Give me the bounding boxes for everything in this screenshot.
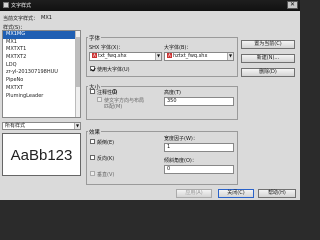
list-item[interactable]: PipeNo (3, 77, 80, 85)
close-button[interactable]: 关闭(C) (218, 189, 254, 198)
font-group-title: 字体 (88, 34, 102, 42)
list-item[interactable]: MXTXT1 (3, 46, 80, 54)
shx-font-label: SHX 字体(X)： (89, 45, 124, 51)
style-filter-value: 所有样式 (5, 123, 26, 129)
backwards-checkbox[interactable] (90, 155, 95, 160)
preview-text: AaBb123 (10, 147, 73, 164)
window-title: 文字样式 (11, 3, 32, 9)
big-font-label: 大字体(B)： (164, 45, 192, 51)
style-preview: AaBb123 (2, 133, 81, 176)
style-list[interactable]: MX1MG MX1 MXTXT1 MXTXT2 LDQ zr-yl-201307… (2, 30, 81, 118)
info-icon[interactable]: i (112, 89, 117, 94)
list-item[interactable]: MXTXT (3, 85, 80, 93)
use-big-font-checkbox[interactable] (90, 66, 95, 71)
width-factor-value: 1 (167, 144, 171, 150)
close-window-button[interactable]: ✕ (287, 1, 298, 9)
app-icon (3, 2, 9, 8)
current-style-value: MX1 (41, 15, 52, 21)
scroll-thumb[interactable] (76, 37, 80, 87)
list-scrollbar[interactable] (75, 31, 80, 117)
list-item[interactable]: zr-yl-201307198HUU (3, 69, 80, 77)
big-font-value: hztxt_fwq.shx (173, 53, 208, 59)
shx-font-value: txt_fwq.shx (98, 53, 127, 59)
match-orientation-label-line2: 匹配(M) (104, 104, 123, 110)
width-factor-label: 宽度因子(W)： (164, 136, 198, 142)
match-orientation-checkbox (97, 97, 102, 102)
new-button[interactable]: 新建(N)... (241, 54, 295, 63)
list-item[interactable]: MX1 (3, 39, 80, 47)
dialog-body: 当前文字样式： MX1 样式(S)： MX1MG MX1 MXTXT1 MXTX… (0, 11, 300, 200)
chevron-down-icon[interactable]: ▼ (227, 53, 233, 60)
oblique-angle-value: 0 (167, 166, 171, 172)
set-current-button[interactable]: 置为当前(C) (241, 40, 295, 49)
shx-font-select[interactable]: Atxt_fwq.shx ▼ (89, 52, 162, 61)
vertical-label: 垂直(V) (97, 172, 115, 178)
effects-group-title: 效果 (88, 128, 102, 136)
upside-down-checkbox[interactable] (90, 139, 95, 144)
list-item[interactable]: PlumingLeader (3, 93, 80, 101)
big-font-select[interactable]: Ahztxt_fwq.shx ▼ (164, 52, 234, 61)
vertical-checkbox (90, 171, 95, 176)
title-bar[interactable]: 文字样式 ✕ (0, 0, 300, 11)
oblique-angle-field[interactable]: 0 (164, 165, 234, 174)
delete-button[interactable]: 删除(D) (241, 68, 295, 77)
height-value: 350 (167, 98, 177, 104)
width-factor-field[interactable]: 1 (164, 143, 234, 152)
chevron-down-icon[interactable]: ▼ (74, 123, 80, 129)
help-button[interactable]: 帮助(H) (258, 189, 296, 198)
backwards-label: 反向(K) (97, 156, 115, 162)
annotative-checkbox[interactable] (90, 89, 95, 94)
chevron-down-icon[interactable]: ▼ (155, 53, 161, 60)
current-style-label: 当前文字样式： (3, 16, 39, 22)
list-item[interactable]: LDQ (3, 62, 80, 70)
oblique-angle-label: 倾斜角度(O)： (164, 158, 197, 164)
height-label: 高度(T) (164, 90, 181, 96)
shx-font-icon: A (92, 53, 97, 58)
list-item[interactable]: MXTXT2 (3, 54, 80, 62)
upside-down-label: 颠倒(E) (97, 140, 115, 146)
close-icon: ✕ (289, 1, 296, 8)
list-item[interactable]: MX1MG (3, 31, 80, 39)
apply-button[interactable]: 应用(A) (176, 189, 212, 198)
height-field[interactable]: 350 (164, 97, 234, 106)
style-filter-select[interactable]: 所有样式 ▼ (2, 122, 81, 130)
big-font-icon: A (167, 53, 172, 58)
use-big-font-label: 使用大字体(U) (97, 67, 130, 73)
